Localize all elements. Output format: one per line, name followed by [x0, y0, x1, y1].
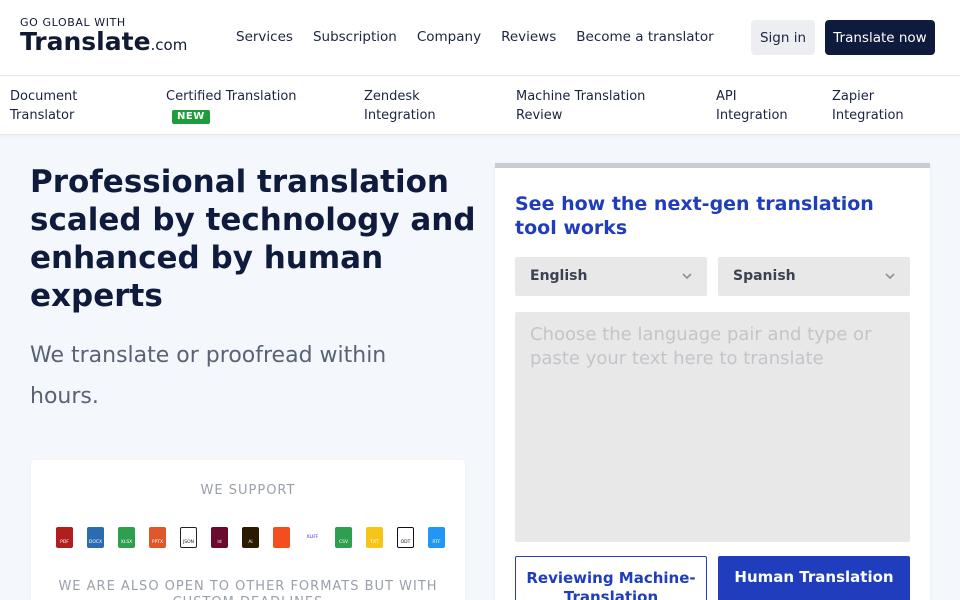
supported-formats-card: WE SUPPORT PDF DOCX XLSX PPTX JSON Id Ai XLIFF C…: [31, 460, 465, 600]
supported-formats-title: WE SUPPORT: [200, 483, 296, 498]
site-header: GO GLOBAL WITH Translate.com Services Su…: [0, 0, 960, 76]
nav-reviews[interactable]: Reviews: [501, 29, 556, 45]
subnav-item-zendesk-integration[interactable]: Zendesk Integration: [364, 87, 436, 125]
indesign-file-icon: Id: [209, 527, 230, 549]
product-subnav: Document Translator Certified Translatio…: [0, 76, 960, 135]
source-language-select[interactable]: English: [515, 257, 707, 296]
subnav-item-api-integration[interactable]: API Integration: [716, 87, 788, 125]
subnav-item-certified-translation[interactable]: Certified Translation NEW: [166, 87, 297, 125]
xliff-file-icon: XLIFF: [306, 535, 319, 540]
subnav-item-machine-translation-review[interactable]: Machine Translation Review: [516, 87, 645, 125]
figma-file-icon: [271, 527, 292, 549]
hero-title: Professional translation scaled by techn…: [30, 164, 476, 314]
review-machine-translation-button[interactable]: Reviewing Machine-Translation: [515, 556, 707, 600]
translation-tool-card: See how the next-gen translation tool wo…: [495, 163, 930, 600]
nav-subscription[interactable]: Subscription: [313, 29, 397, 45]
pptx-file-icon: PPTX: [147, 527, 168, 549]
main-nav: Services Subscription Company Reviews Be…: [236, 29, 714, 45]
hero-subtitle: We translate or proofread within hours.: [30, 343, 387, 409]
sign-in-button[interactable]: Sign in: [751, 20, 815, 55]
json-file-icon: JSON: [178, 527, 199, 549]
target-language-value: Spanish: [733, 268, 796, 284]
logo-brand-name: Translate: [20, 27, 151, 56]
chevron-down-icon: [682, 273, 692, 280]
tool-title: See how the next-gen translation tool wo…: [515, 193, 874, 239]
target-language-select[interactable]: Spanish: [718, 257, 910, 296]
csv-file-icon: CSV: [333, 527, 354, 549]
nav-services[interactable]: Services: [236, 29, 293, 45]
format-icon-list: PDF DOCX XLSX PPTX JSON Id Ai XLIFF CSV TXT ODT RTF: [54, 527, 447, 549]
logo[interactable]: GO GLOBAL WITH Translate.com: [20, 16, 187, 58]
translate-now-button[interactable]: Translate now: [825, 20, 935, 55]
txt-file-icon: TXT: [364, 527, 385, 549]
docx-file-icon: DOCX: [85, 527, 106, 549]
nav-company[interactable]: Company: [417, 29, 481, 45]
chevron-down-icon: [885, 273, 895, 280]
subnav-item-zapier-integration[interactable]: Zapier Integration: [832, 87, 904, 125]
rtf-file-icon: RTF: [426, 527, 447, 549]
new-badge: NEW: [172, 110, 210, 124]
xlsx-file-icon: XLSX: [116, 527, 137, 549]
source-language-value: English: [530, 268, 588, 284]
human-translation-button[interactable]: Human Translation: [718, 556, 910, 600]
illustrator-file-icon: Ai: [240, 527, 261, 549]
logo-brand-tld: .com: [150, 36, 188, 54]
pdf-file-icon: PDF: [54, 527, 75, 549]
nav-become-translator[interactable]: Become a translator: [576, 29, 713, 45]
odt-file-icon: ODT: [395, 527, 416, 549]
supported-formats-note: WE ARE ALSO OPEN TO OTHER FORMATS BUT WI…: [58, 579, 438, 600]
source-text-input[interactable]: [515, 312, 910, 542]
subnav-item-document-translator[interactable]: Document Translator: [10, 87, 77, 125]
